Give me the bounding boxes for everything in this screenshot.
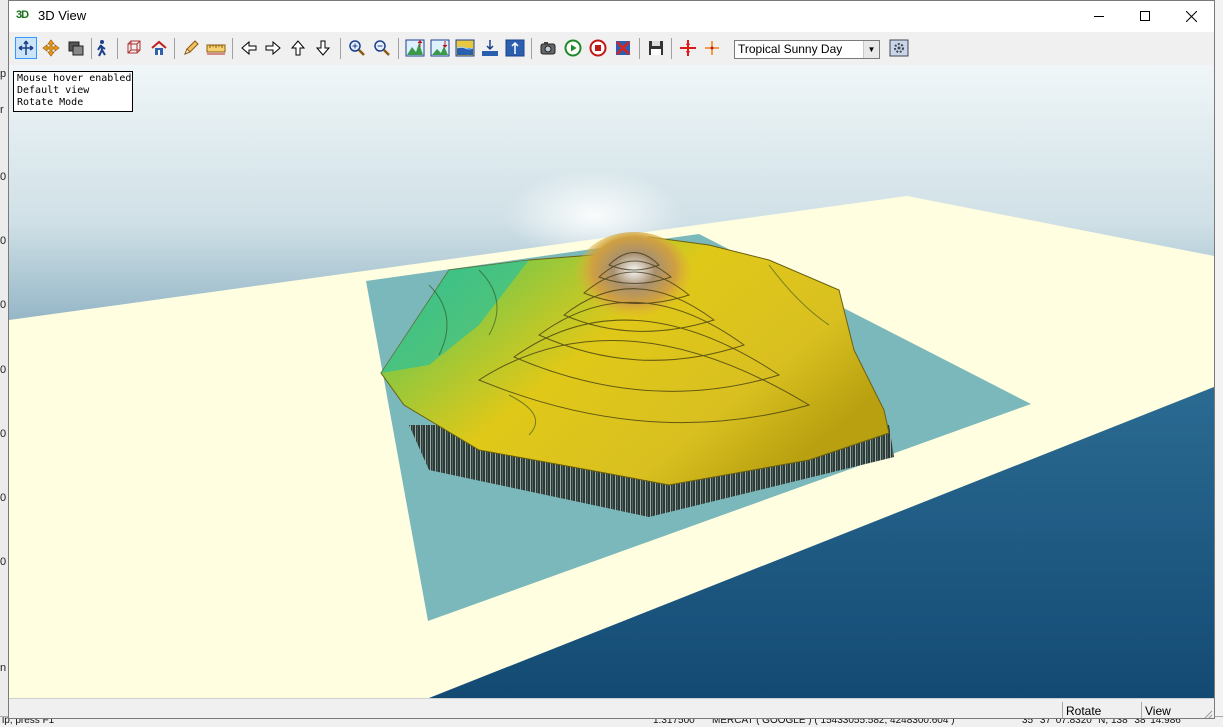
toolbar: Tropical Sunny Day ▼: [9, 32, 1214, 66]
3d-view-window: 3D 3D View Tropical Sunny Day ▼ Mouse ho…: [8, 0, 1215, 719]
chevron-down-icon[interactable]: ▼: [863, 41, 879, 58]
terrain-up-icon: [405, 39, 425, 57]
stop-flyover-button[interactable]: [587, 37, 609, 59]
arrow-right-icon: [265, 40, 281, 56]
statusbar: Rotate View: [9, 698, 1214, 719]
resize-grip-icon[interactable]: [1201, 708, 1213, 719]
layers-button[interactable]: [65, 37, 87, 59]
terrain-down-icon: [430, 39, 450, 57]
play-icon: [564, 39, 582, 57]
terrain-scene[interactable]: [9, 65, 1214, 698]
sky-settings-icon: [889, 39, 909, 57]
maximize-button[interactable]: [1122, 1, 1168, 31]
minimize-icon: [1094, 16, 1104, 17]
move-right-button[interactable]: [262, 37, 284, 59]
window-title: 3D View: [38, 8, 87, 23]
raise-water-button[interactable]: [504, 37, 526, 59]
water-level-button[interactable]: [454, 37, 476, 59]
minimize-button[interactable]: [1076, 1, 1122, 31]
terrain-peak: [574, 232, 694, 328]
save-button[interactable]: [645, 37, 667, 59]
bg-tick: r: [0, 104, 4, 116]
close-icon: [1185, 10, 1197, 22]
bg-tick: 0: [0, 235, 7, 247]
water-up-icon: [505, 39, 525, 57]
pan-button[interactable]: [40, 37, 62, 59]
3d-viewport[interactable]: Mouse hover enabled Default view Rotate …: [9, 65, 1214, 698]
home-view-button[interactable]: [148, 37, 170, 59]
sky-preset-select[interactable]: Tropical Sunny Day ▼: [734, 40, 880, 59]
bg-tick: 0: [0, 299, 7, 311]
maximize-icon: [1140, 11, 1150, 21]
move-up-button[interactable]: [287, 37, 309, 59]
bg-tick: 0: [0, 428, 7, 440]
arrow-left-icon: [241, 40, 257, 56]
bg-tick: 0: [0, 492, 7, 504]
bg-tick: 0: [0, 171, 7, 183]
toolbar-separator: [232, 38, 233, 59]
crosshair-orange-icon: [705, 41, 719, 55]
viewport-info-overlay: Mouse hover enabled Default view Rotate …: [13, 71, 133, 112]
layers-icon: [68, 41, 84, 56]
floppy-icon: [649, 41, 663, 55]
bg-tick: p: [0, 68, 7, 80]
arrow-up-icon: [290, 40, 306, 56]
home-icon: [151, 40, 167, 55]
record-icon: [616, 41, 630, 55]
title-bar[interactable]: 3D 3D View: [9, 1, 1214, 31]
toolbar-separator: [174, 38, 175, 59]
crosshair-red-button[interactable]: [677, 37, 699, 59]
crosshair-orange-button[interactable]: [701, 37, 723, 59]
sky-preset-value: Tropical Sunny Day: [738, 42, 843, 56]
measure-button[interactable]: [205, 37, 227, 59]
terrain-flatten-button[interactable]: [429, 37, 451, 59]
info-mode-line: Rotate Mode: [17, 97, 84, 108]
app-3d-icon: 3D: [16, 9, 29, 21]
crosshair-red-icon: [680, 40, 696, 56]
zoom-in-button[interactable]: [346, 37, 368, 59]
status-view: View: [1141, 702, 1205, 718]
pan-cross-icon: [42, 39, 60, 57]
lower-water-button[interactable]: [479, 37, 501, 59]
ruler-icon: [206, 44, 226, 55]
status-mode: Rotate: [1062, 702, 1140, 718]
toolbar-separator: [117, 38, 118, 59]
move-arrows-icon: [18, 40, 34, 55]
move-left-button[interactable]: [238, 37, 260, 59]
toolbar-separator: [639, 38, 640, 59]
terrain-exaggerate-button[interactable]: [404, 37, 426, 59]
zoom-out-button[interactable]: [371, 37, 393, 59]
walk-mode-button[interactable]: [90, 37, 112, 59]
wireframe-button[interactable]: [123, 37, 145, 59]
water-icon: [455, 39, 475, 57]
zoom-out-icon: [374, 40, 390, 56]
toolbar-separator: [531, 38, 532, 59]
arrow-down-icon: [315, 40, 331, 56]
info-view-line: Default view: [17, 85, 90, 96]
record-button[interactable]: [612, 37, 634, 59]
camera-icon: [540, 42, 556, 55]
bg-tick: n: [0, 662, 7, 674]
cube-wire-icon: [127, 40, 141, 54]
sky-settings-button[interactable]: [888, 37, 910, 59]
close-button[interactable]: [1168, 1, 1214, 31]
pencil-icon: [184, 40, 199, 55]
toolbar-separator: [671, 38, 672, 59]
bg-tick: 0: [0, 364, 7, 376]
draw-button[interactable]: [180, 37, 202, 59]
stop-icon: [589, 39, 607, 57]
camera-settings-button[interactable]: [537, 37, 559, 59]
water-down-icon: [482, 40, 498, 56]
toolbar-separator: [340, 38, 341, 59]
toolbar-separator: [398, 38, 399, 59]
walk-person-icon: [97, 40, 106, 57]
zoom-in-icon: [349, 40, 365, 56]
play-flyover-button[interactable]: [562, 37, 584, 59]
info-hover-line: Mouse hover enabled: [17, 73, 132, 84]
move-down-button[interactable]: [312, 37, 334, 59]
background-app-right-strip: [1214, 0, 1223, 727]
rotate-mode-button[interactable]: [15, 37, 37, 59]
bg-tick: 0: [0, 556, 7, 568]
